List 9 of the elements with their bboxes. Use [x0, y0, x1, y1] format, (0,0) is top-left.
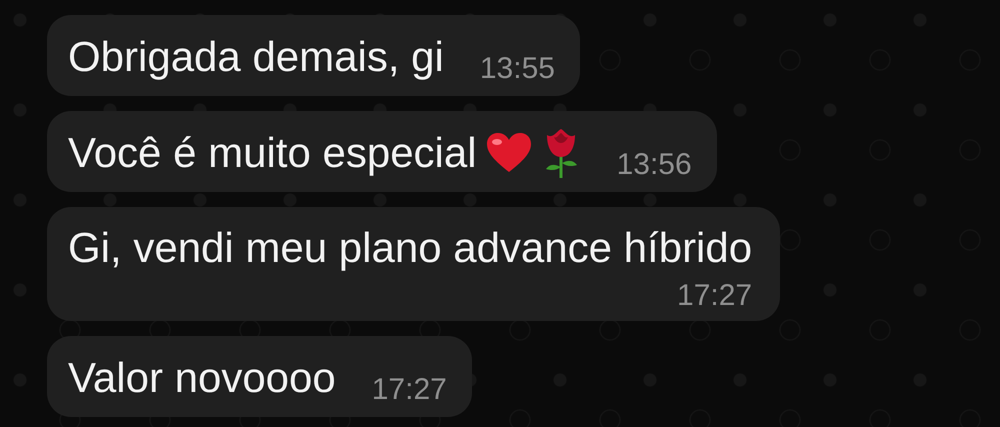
message-time: 17:27	[372, 373, 447, 407]
message-text: Valor novoooo	[68, 353, 336, 403]
message-time: 13:55	[480, 52, 555, 86]
heart-icon	[484, 132, 533, 174]
message-text: Gi, vendi meu plano advance híbrido	[68, 223, 752, 273]
message-text: Obrigada demais, gi	[68, 32, 444, 82]
message-text: Você é muito especial	[68, 128, 477, 178]
message-time: 13:56	[616, 148, 692, 182]
message-time: 17:27	[677, 279, 752, 313]
